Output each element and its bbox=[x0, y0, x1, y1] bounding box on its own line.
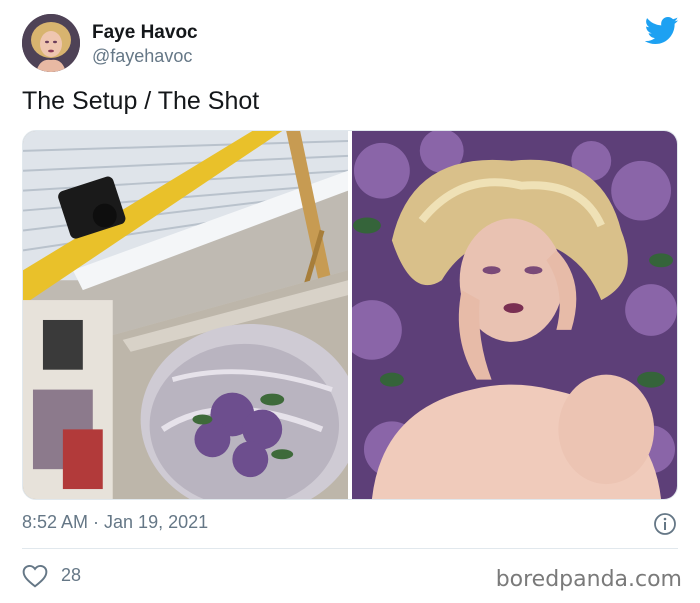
info-icon[interactable] bbox=[653, 512, 677, 536]
media-grid bbox=[22, 130, 678, 500]
divider bbox=[22, 548, 678, 549]
shot-photo[interactable] bbox=[352, 131, 677, 499]
tweet-text: The Setup / The Shot bbox=[22, 87, 260, 115]
avatar[interactable] bbox=[22, 14, 80, 72]
tweet-timestamp[interactable]: 8:52 AM · Jan 19, 2021 bbox=[22, 512, 208, 533]
twitter-bird-icon[interactable] bbox=[645, 16, 679, 46]
tweet-card: Faye Havoc @fayehavoc The Setup / The Sh… bbox=[0, 0, 700, 603]
watermark: boredpanda.com bbox=[495, 567, 682, 592]
heart-icon[interactable] bbox=[22, 564, 48, 588]
author-name[interactable]: Faye Havoc bbox=[92, 22, 198, 44]
author-handle[interactable]: @fayehavoc bbox=[92, 46, 192, 67]
setup-photo[interactable] bbox=[23, 131, 348, 499]
like-count[interactable]: 28 bbox=[61, 565, 81, 586]
